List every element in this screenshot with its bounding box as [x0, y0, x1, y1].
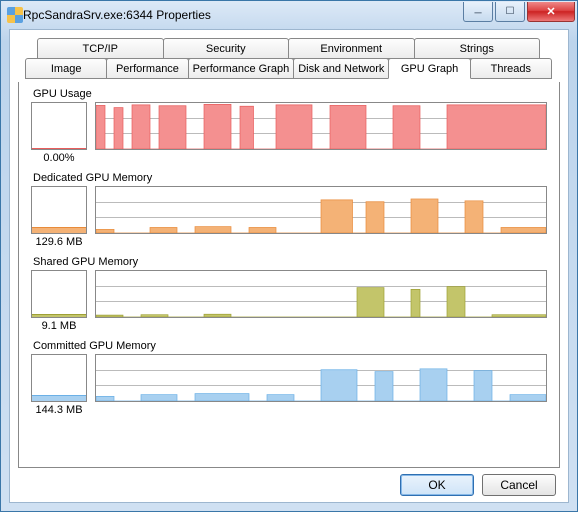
mini-graph — [31, 354, 87, 402]
minimize-button[interactable] — [463, 2, 493, 22]
cancel-button[interactable]: Cancel — [482, 474, 556, 496]
close-button[interactable] — [527, 2, 575, 22]
section-dedicated-gpu-memory: Dedicated GPU Memory129.6 MB — [31, 172, 547, 252]
tab-disk-and-network[interactable]: Disk and Network — [293, 58, 389, 79]
window-title: RpcSandraSrv.exe:6344 Properties — [23, 8, 211, 22]
current-value: 129.6 MB — [27, 236, 91, 248]
section-title: Dedicated GPU Memory — [33, 172, 547, 184]
history-graph — [95, 102, 547, 150]
section-committed-gpu-memory: Committed GPU Memory144.3 MB — [31, 340, 547, 420]
maximize-button[interactable] — [495, 2, 525, 22]
section-title: Shared GPU Memory — [33, 256, 547, 268]
tab-performance-graph[interactable]: Performance Graph — [188, 58, 295, 79]
section-title: GPU Usage — [33, 88, 547, 100]
tab-tcp-ip[interactable]: TCP/IP — [37, 38, 164, 59]
mini-graph — [31, 186, 87, 234]
window-buttons — [461, 2, 575, 22]
section-shared-gpu-memory: Shared GPU Memory9.1 MB — [31, 256, 547, 336]
current-value: 9.1 MB — [27, 320, 91, 332]
history-graph — [95, 270, 547, 318]
mini-graph — [31, 102, 87, 150]
tab-strip: TCP/IPSecurityEnvironmentStrings ImagePe… — [18, 38, 560, 82]
dialog-buttons: OK Cancel — [18, 474, 560, 496]
tab-panel-gpu-graph: GPU Usage0.00%Dedicated GPU Memory129.6 … — [18, 82, 560, 468]
client-area: TCP/IPSecurityEnvironmentStrings ImagePe… — [9, 29, 569, 503]
tab-threads[interactable]: Threads — [470, 58, 552, 79]
tab-environment[interactable]: Environment — [288, 38, 415, 59]
tab-image[interactable]: Image — [25, 58, 107, 79]
tab-gpu-graph[interactable]: GPU Graph — [388, 58, 470, 79]
mini-graph — [31, 270, 87, 318]
ok-button[interactable]: OK — [400, 474, 474, 496]
current-value: 0.00% — [27, 152, 91, 164]
tab-security[interactable]: Security — [163, 38, 290, 59]
current-value: 144.3 MB — [27, 404, 91, 416]
tab-strings[interactable]: Strings — [414, 38, 541, 59]
titlebar[interactable]: RpcSandraSrv.exe:6344 Properties — [1, 1, 577, 29]
history-graph — [95, 354, 547, 402]
app-icon — [7, 7, 23, 23]
tab-performance[interactable]: Performance — [106, 58, 188, 79]
properties-window: RpcSandraSrv.exe:6344 Properties TCP/IPS… — [0, 0, 578, 512]
section-gpu-usage: GPU Usage0.00% — [31, 88, 547, 168]
history-graph — [95, 186, 547, 234]
section-title: Committed GPU Memory — [33, 340, 547, 352]
